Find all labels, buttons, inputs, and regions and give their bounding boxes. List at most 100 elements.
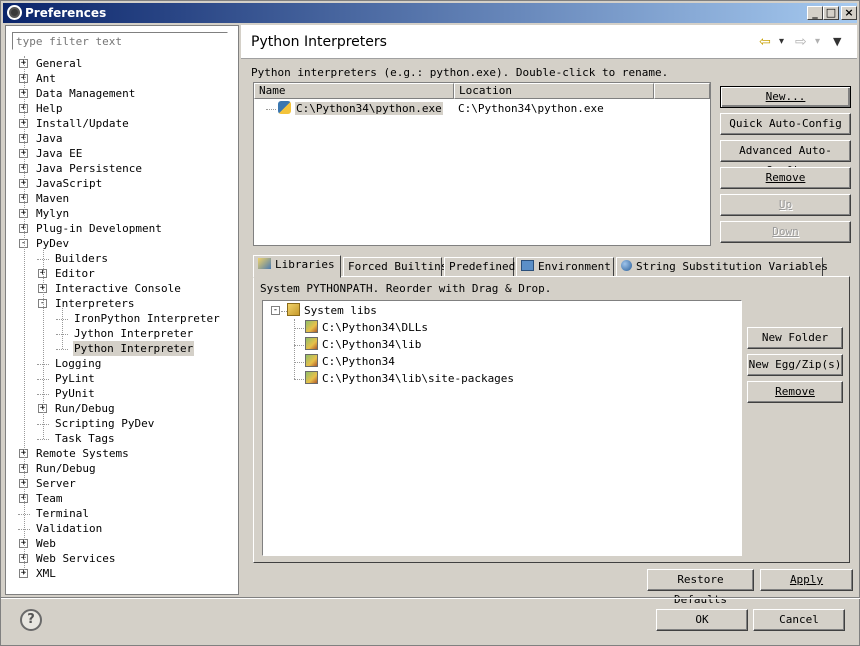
- tree-line: [62, 308, 63, 349]
- tree-item[interactable]: Java Persistence: [35, 161, 143, 176]
- tree-item[interactable]: Python Interpreter: [73, 341, 195, 356]
- tree-line: [24, 56, 25, 574]
- tree-item[interactable]: PyLint: [54, 371, 96, 386]
- tree-line: [294, 328, 304, 329]
- system-libs-label: System libs: [304, 304, 377, 317]
- tree-item[interactable]: Plug-in Development: [35, 221, 163, 236]
- table-row[interactable]: C:\Python34\python.exe: [278, 101, 443, 117]
- column-location[interactable]: Location: [454, 83, 654, 99]
- tab-environment[interactable]: Environment: [516, 257, 614, 277]
- tree-item[interactable]: PyUnit: [54, 386, 96, 401]
- new-interpreter-button[interactable]: New...: [720, 86, 851, 108]
- tree-item[interactable]: Editor: [54, 266, 96, 281]
- tree-item[interactable]: Install/Update: [35, 116, 130, 131]
- close-button[interactable]: ×: [841, 6, 857, 20]
- tree-item[interactable]: XML: [35, 566, 57, 581]
- environment-icon: [521, 260, 534, 271]
- tree-item[interactable]: Interactive Console: [54, 281, 182, 296]
- view-menu-icon[interactable]: ▼: [833, 34, 841, 50]
- tree-item[interactable]: Validation: [35, 521, 103, 536]
- tree-item[interactable]: Java EE: [35, 146, 83, 161]
- tree-line: [37, 439, 49, 440]
- remove-interpreter-button[interactable]: Remove: [720, 167, 851, 189]
- libraries-tree[interactable]: - System libs C:\Python34\DLLs C:\Python…: [262, 300, 742, 556]
- tab-string-substitution-label: String Substitution Variables: [636, 260, 829, 273]
- tree-item[interactable]: General: [35, 56, 83, 71]
- forward-dropdown-icon[interactable]: ▾: [815, 34, 820, 50]
- page-navigation: ⇦ ▾ ⇨ ▾ ▼: [759, 34, 849, 50]
- title-bar[interactable]: Preferences _ □ ×: [3, 3, 857, 23]
- ok-button[interactable]: OK: [656, 609, 748, 631]
- tab-libraries-label: Libraries: [275, 258, 335, 271]
- tree-item[interactable]: Run/Debug: [54, 401, 116, 416]
- up-button[interactable]: Up: [720, 194, 851, 216]
- forward-icon[interactable]: ⇨: [795, 34, 807, 50]
- library-item[interactable]: C:\Python34: [305, 354, 395, 370]
- tree-item[interactable]: Ant: [35, 71, 57, 86]
- library-item[interactable]: C:\Python34\lib\site-packages: [305, 371, 514, 387]
- tree-item[interactable]: Builders: [54, 251, 109, 266]
- tree-item[interactable]: Logging: [54, 356, 102, 371]
- back-dropdown-icon[interactable]: ▾: [779, 34, 784, 50]
- tree-item[interactable]: IronPython Interpreter: [73, 311, 221, 326]
- tree-item[interactable]: JavaScript: [35, 176, 103, 191]
- system-libs-collapse-toggle[interactable]: -: [271, 306, 280, 315]
- tree-item[interactable]: Terminal: [35, 506, 90, 521]
- library-path: C:\Python34: [322, 355, 395, 368]
- tree-item[interactable]: Web: [35, 536, 57, 551]
- remove-library-label: Remove: [775, 385, 815, 398]
- library-item[interactable]: C:\Python34\DLLs: [305, 320, 428, 336]
- apply-button-label: Apply: [789, 573, 824, 586]
- up-button-label: Up: [778, 198, 793, 211]
- tab-forced-builtins[interactable]: Forced Builtins: [343, 257, 447, 277]
- interpreters-description: Python interpreters (e.g.: python.exe). …: [251, 66, 669, 79]
- advanced-auto-config-button[interactable]: Advanced Auto-Config: [720, 140, 851, 177]
- tree-item[interactable]: Web Services: [35, 551, 116, 566]
- remove-library-button[interactable]: Remove: [747, 381, 843, 403]
- tree-item[interactable]: Data Management: [35, 86, 136, 101]
- filter-input[interactable]: [12, 32, 228, 50]
- tree-item[interactable]: PyDev: [35, 236, 70, 251]
- preferences-window: Preferences _ □ × +General+Ant+Data Mana…: [0, 0, 860, 646]
- tree-item[interactable]: Run/Debug: [35, 461, 97, 476]
- folder-icon: [305, 320, 318, 333]
- tab-predefined[interactable]: Predefined: [444, 257, 515, 277]
- column-name[interactable]: Name: [254, 83, 454, 99]
- page-header: Python Interpreters ⇦ ▾ ⇨ ▾ ▼: [241, 25, 857, 59]
- cancel-button[interactable]: Cancel: [753, 609, 845, 631]
- back-icon[interactable]: ⇦: [759, 34, 771, 50]
- minimize-button[interactable]: _: [807, 6, 823, 20]
- tree-line: [294, 362, 304, 363]
- tree-item[interactable]: Scripting PyDev: [54, 416, 155, 431]
- tree-item[interactable]: Maven: [35, 191, 70, 206]
- new-folder-button[interactable]: New Folder: [747, 327, 843, 349]
- tree-line: [294, 345, 304, 346]
- new-egg-zip-button[interactable]: New Egg/Zip(s): [747, 354, 843, 376]
- tree-item[interactable]: Help: [35, 101, 64, 116]
- tree-item[interactable]: Java: [35, 131, 64, 146]
- tree-item[interactable]: Task Tags: [54, 431, 116, 446]
- tree-item[interactable]: Jython Interpreter: [73, 326, 194, 341]
- library-path: C:\Python34\lib: [322, 338, 422, 351]
- maximize-button[interactable]: □: [823, 6, 839, 20]
- library-path: C:\Python34\lib\site-packages: [322, 372, 515, 385]
- tree-item[interactable]: Remote Systems: [35, 446, 130, 461]
- library-item[interactable]: C:\Python34\lib: [305, 337, 421, 353]
- restore-defaults-button[interactable]: Restore Defaults: [647, 569, 754, 606]
- help-icon[interactable]: ?: [20, 609, 42, 631]
- tree-item[interactable]: Server: [35, 476, 77, 491]
- tree-item[interactable]: Team: [35, 491, 64, 506]
- new-button-label: New...: [765, 90, 806, 103]
- preference-tree-pane: +General+Ant+Data Management+Help+Instal…: [5, 25, 239, 595]
- tab-libraries[interactable]: Libraries: [253, 255, 341, 278]
- interpreters-table[interactable]: Name Location C:\Python34\python.exe C:\…: [253, 82, 711, 246]
- tree-item[interactable]: Mylyn: [35, 206, 70, 221]
- window-title: Preferences: [25, 6, 107, 20]
- down-button[interactable]: Down: [720, 221, 851, 243]
- apply-button[interactable]: Apply: [760, 569, 853, 591]
- quick-auto-config-button[interactable]: Quick Auto-Config: [720, 113, 851, 135]
- tab-string-substitution[interactable]: String Substitution Variables: [616, 257, 828, 277]
- remove-button-label: Remove: [765, 171, 806, 184]
- tree-item[interactable]: Interpreters: [54, 296, 135, 311]
- system-libs-node[interactable]: System libs: [287, 303, 377, 319]
